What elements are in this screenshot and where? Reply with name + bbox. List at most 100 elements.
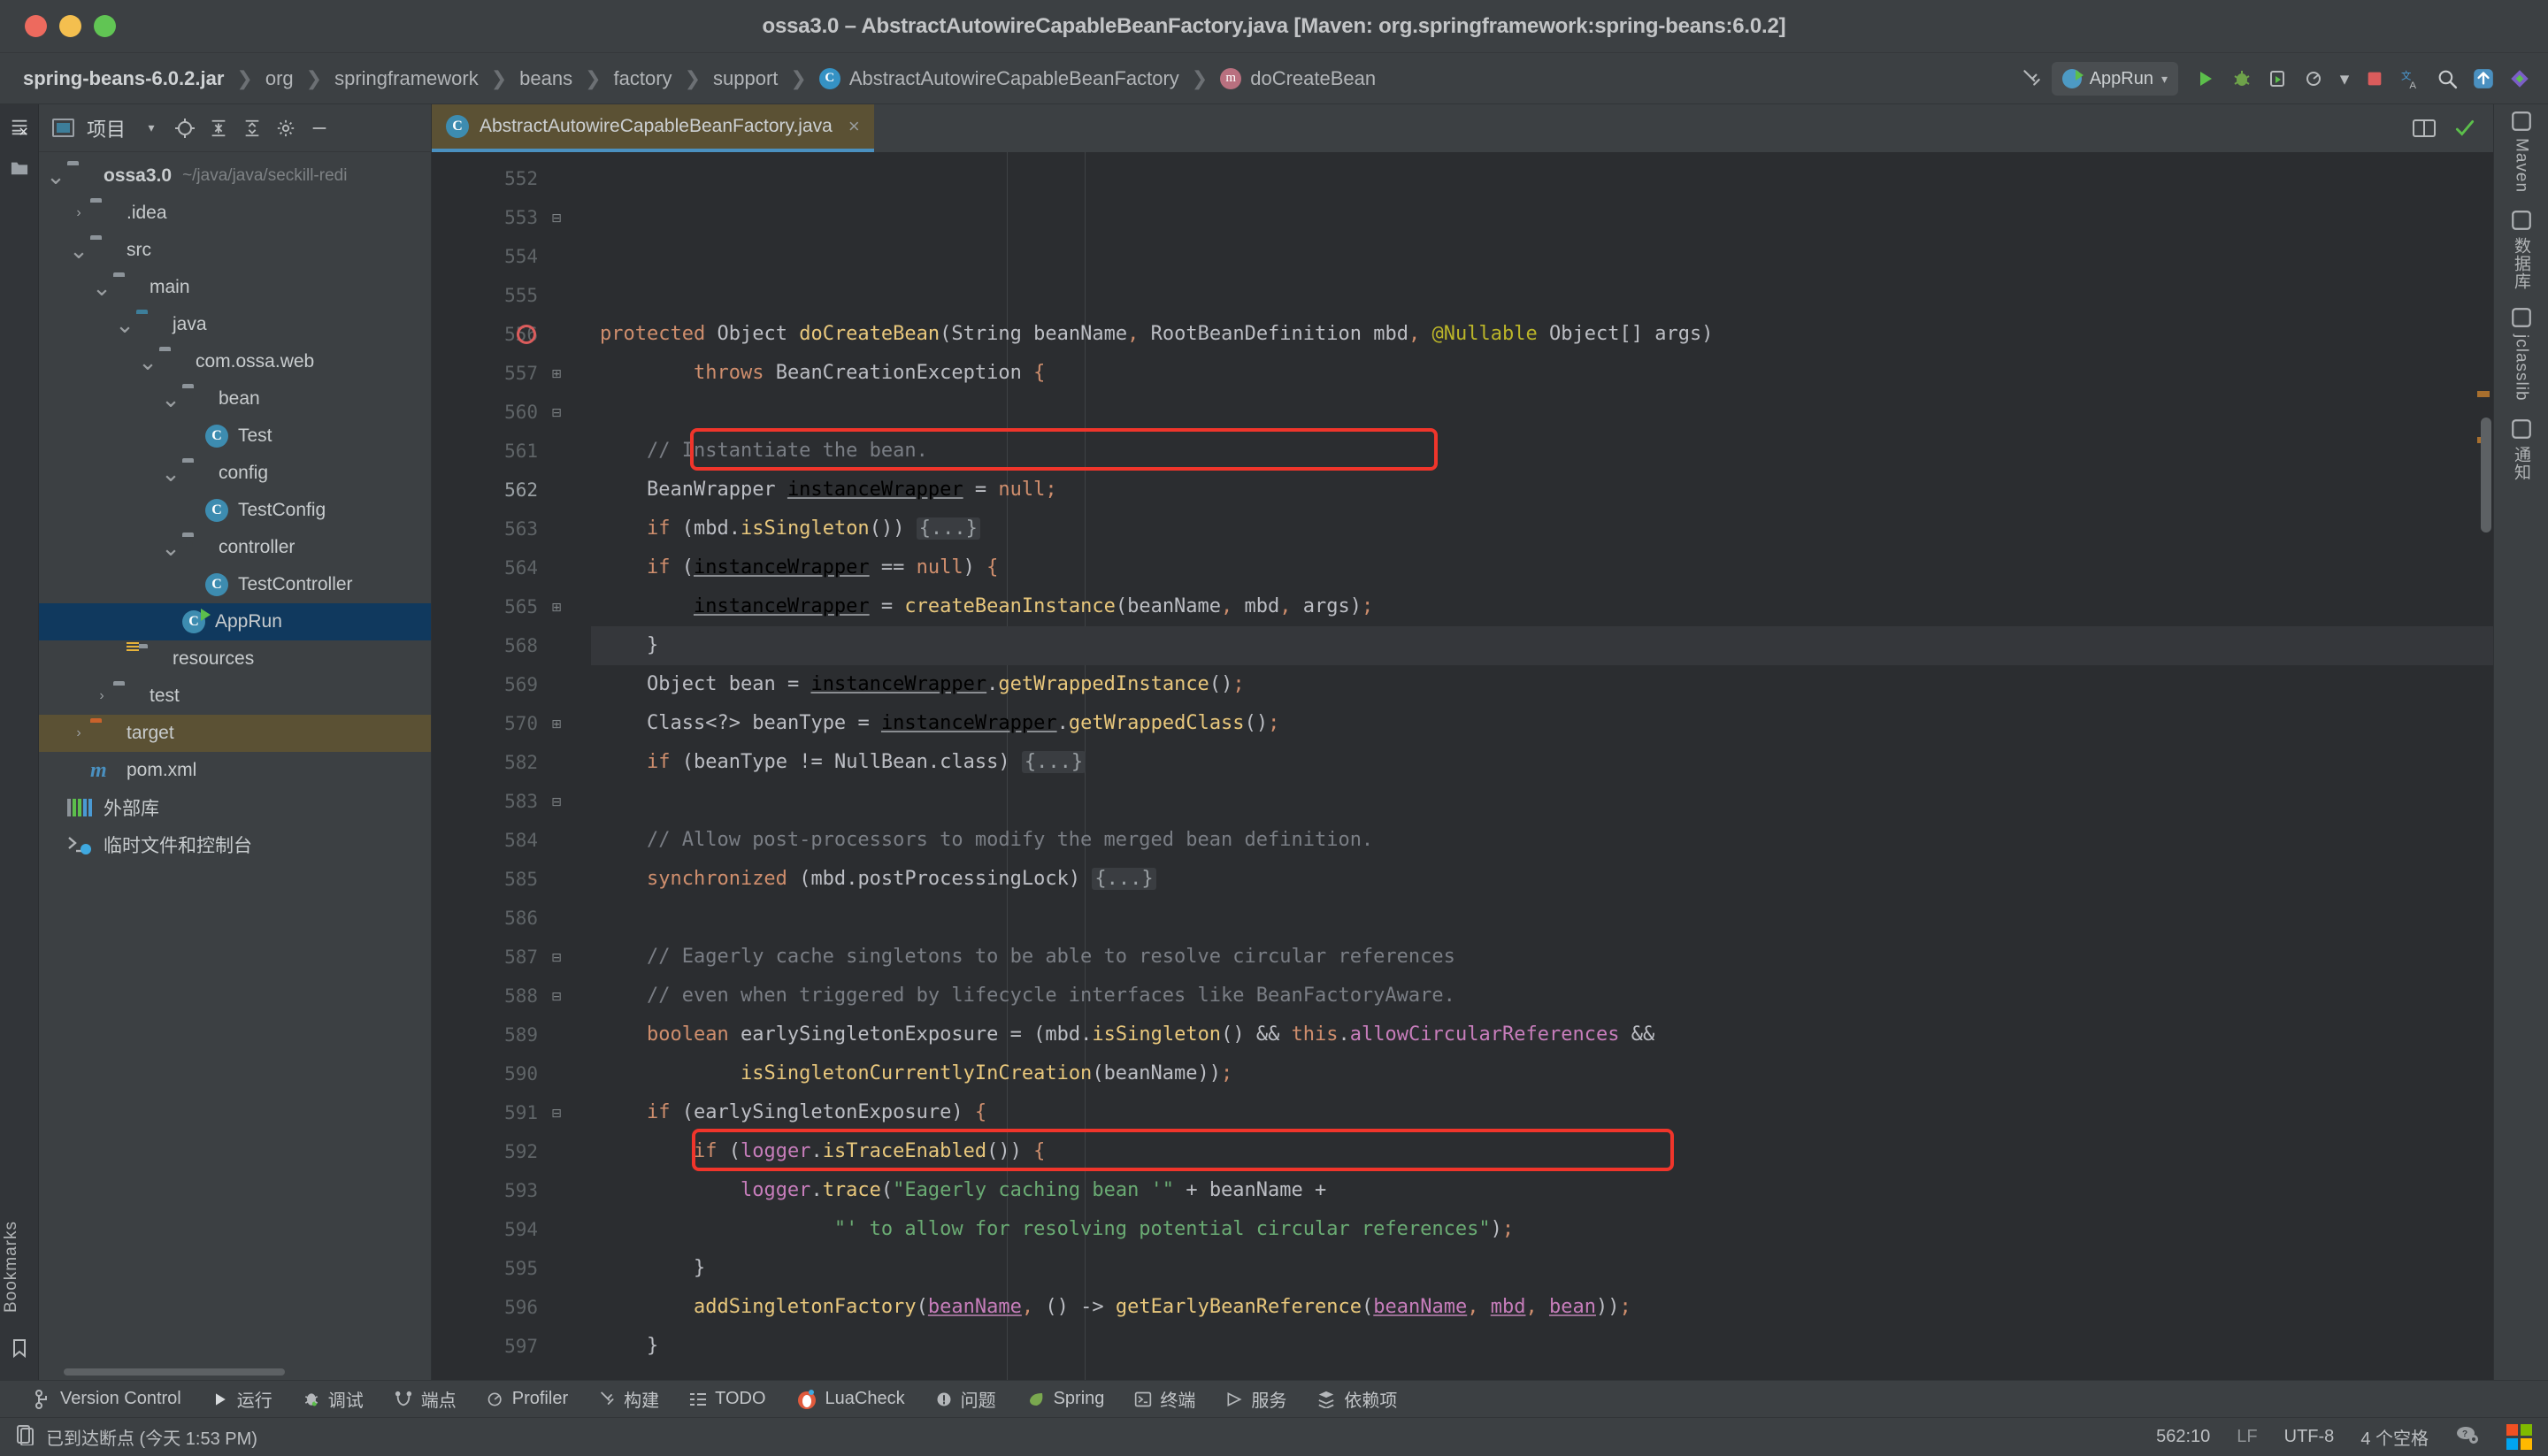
- chevron-down-icon[interactable]: ⌄: [159, 543, 182, 552]
- tree-node[interactable]: mpom.xml: [39, 752, 431, 789]
- indent-setting[interactable]: 4 个空格: [2360, 1424, 2429, 1450]
- code-line[interactable]: logger.trace("Eagerly caching bean '" + …: [591, 1171, 2493, 1210]
- fold-expand-icon[interactable]: ⊞: [549, 599, 564, 615]
- code-line[interactable]: BeanWrapper instanceWrapper = null;: [591, 471, 2493, 510]
- code-line[interactable]: if (mbd.isSingleton()) {...}: [591, 510, 2493, 548]
- code-line[interactable]: [591, 393, 2493, 432]
- code-line[interactable]: }: [591, 1249, 2493, 1288]
- chevron-down-icon[interactable]: ▾: [136, 113, 166, 143]
- expand-all-icon[interactable]: [203, 113, 234, 143]
- chevron-down-icon[interactable]: ▾: [2335, 63, 2354, 95]
- code-line[interactable]: // even when triggered by lifecycle inte…: [591, 977, 2493, 1015]
- breadcrumb-item[interactable]: mdoCreateBean: [1220, 67, 1376, 90]
- chevron-down-icon[interactable]: ⌄: [159, 395, 182, 403]
- editor-gutter[interactable]: 552553⊟554555556557⊞560⊟561562563564565⊞…: [432, 152, 591, 1380]
- bookmark-icon[interactable]: [2, 1330, 37, 1366]
- search-icon[interactable]: [2431, 63, 2463, 95]
- tree-node[interactable]: CTestController: [39, 566, 431, 603]
- windows-icon[interactable]: [2506, 1424, 2532, 1450]
- tree-node[interactable]: ⌄bean: [39, 380, 431, 418]
- run-configuration-selector[interactable]: AppRun ▾: [2052, 62, 2178, 96]
- code-text[interactable]: protected Object doCreateBean(String bea…: [591, 152, 2493, 1380]
- update-project-icon[interactable]: [2467, 63, 2499, 95]
- code-line[interactable]: if (instanceWrapper == null) {: [591, 548, 2493, 587]
- tree-node[interactable]: ›.idea: [39, 195, 431, 232]
- tree-node[interactable]: ⌄src: [39, 232, 431, 269]
- editor-scrollbar[interactable]: [2474, 152, 2493, 1380]
- tool-window-button[interactable]: 调试: [288, 1381, 379, 1418]
- breadcrumb-item[interactable]: springframework: [334, 67, 479, 90]
- right-tool-button[interactable]: Maven: [2510, 110, 2533, 193]
- caret-position[interactable]: 562:10: [2156, 1427, 2210, 1447]
- code-line[interactable]: instanceWrapper = createBeanInstance(bea…: [591, 587, 2493, 626]
- right-tool-button[interactable]: 通知: [2509, 418, 2533, 481]
- stop-icon[interactable]: [2359, 63, 2391, 95]
- tree-node[interactable]: CTestConfig: [39, 492, 431, 529]
- project-horizontal-scrollbar[interactable]: [39, 1364, 432, 1380]
- tree-node[interactable]: ⌄config: [39, 455, 431, 492]
- project-icon[interactable]: [2, 150, 37, 186]
- code-line[interactable]: isSingletonCurrentlyInCreation(beanName)…: [591, 1054, 2493, 1093]
- chevron-down-icon[interactable]: ⌄: [90, 283, 113, 292]
- code-line[interactable]: // Instantiate the bean.: [591, 432, 2493, 471]
- chevron-down-icon[interactable]: ⌄: [159, 469, 182, 478]
- close-icon[interactable]: ×: [848, 115, 860, 138]
- code-line[interactable]: if (earlySingletonExposure) {: [591, 1093, 2493, 1132]
- tool-window-button[interactable]: 端点: [379, 1381, 472, 1418]
- breakpoint-icon[interactable]: [517, 325, 536, 344]
- tool-window-button[interactable]: 构建: [583, 1381, 674, 1418]
- collapse-all-icon[interactable]: [237, 113, 267, 143]
- tool-window-button[interactable]: 服务: [1210, 1381, 1301, 1418]
- event-log-icon[interactable]: [16, 1424, 35, 1451]
- breadcrumb-item[interactable]: factory: [614, 67, 672, 90]
- project-tree[interactable]: ⌄ossa3.0~/java/java/seckill-redi›.idea⌄s…: [39, 152, 431, 1380]
- file-encoding[interactable]: UTF-8: [2284, 1427, 2335, 1447]
- tool-window-button[interactable]: 运行: [196, 1381, 288, 1418]
- breadcrumb[interactable]: spring-beans-6.0.2.jar❯org❯springframewo…: [23, 67, 1376, 90]
- hide-panel-icon[interactable]: [304, 113, 334, 143]
- tree-node[interactable]: resources: [39, 640, 431, 678]
- select-opened-file-icon[interactable]: [170, 113, 200, 143]
- breadcrumb-item[interactable]: org: [265, 67, 294, 90]
- code-line[interactable]: [591, 1366, 2493, 1380]
- translate-icon[interactable]: 文A: [2395, 63, 2427, 95]
- tree-node[interactable]: ›test: [39, 678, 431, 715]
- line-separator[interactable]: LF: [2237, 1427, 2257, 1447]
- tree-node[interactable]: CTest: [39, 418, 431, 455]
- vertical-scrollbar-thumb[interactable]: [2481, 418, 2491, 533]
- editor-tab[interactable]: C AbstractAutowireCapableBeanFactory.jav…: [432, 104, 874, 152]
- chevron-down-icon[interactable]: ⌄: [44, 172, 67, 180]
- scrollbar-thumb[interactable]: [64, 1368, 285, 1376]
- code-line[interactable]: // Eagerly cache singletons to be able t…: [591, 938, 2493, 977]
- chevron-right-icon[interactable]: ›: [67, 205, 90, 221]
- chevron-right-icon[interactable]: ›: [90, 688, 113, 704]
- code-line[interactable]: protected Object doCreateBean(String bea…: [591, 315, 2493, 354]
- tree-node[interactable]: ⌄java: [39, 306, 431, 343]
- fold-collapse-icon[interactable]: ⊟: [549, 210, 564, 226]
- tool-window-button[interactable]: Spring: [1011, 1381, 1120, 1418]
- code-line[interactable]: // Allow post-processors to modify the m…: [591, 821, 2493, 860]
- tree-node[interactable]: ›target: [39, 715, 431, 752]
- chevron-down-icon[interactable]: ⌄: [136, 357, 159, 366]
- tree-node[interactable]: ⌄main: [39, 269, 431, 306]
- build-icon[interactable]: [2015, 63, 2047, 95]
- tree-node[interactable]: ⌄controller: [39, 529, 431, 566]
- tree-node[interactable]: CAppRun: [39, 603, 431, 640]
- inspections-ok-icon[interactable]: [2449, 112, 2481, 144]
- fold-collapse-icon[interactable]: ⊟: [549, 793, 564, 809]
- tool-window-button[interactable]: LuaCheck: [781, 1381, 920, 1418]
- ai-assistant-icon[interactable]: [2504, 63, 2536, 95]
- tree-node[interactable]: ⌄ossa3.0~/java/java/seckill-redi: [39, 157, 431, 195]
- right-tool-button[interactable]: 数据库: [2509, 209, 2533, 290]
- inspections-icon[interactable]: ?: [2455, 1424, 2480, 1451]
- code-line[interactable]: }: [591, 1327, 2493, 1366]
- fold-expand-icon[interactable]: ⊞: [549, 716, 564, 732]
- chevron-down-icon[interactable]: ▾: [2161, 72, 2168, 87]
- tool-window-button[interactable]: 问题: [920, 1381, 1011, 1418]
- code-line[interactable]: throws BeanCreationException {: [591, 354, 2493, 393]
- code-line[interactable]: Class<?> beanType = instanceWrapper.getW…: [591, 704, 2493, 743]
- chevron-down-icon[interactable]: ⌄: [113, 320, 136, 329]
- tool-window-button[interactable]: 终端: [1119, 1381, 1210, 1418]
- code-viewport[interactable]: 552553⊟554555556557⊞560⊟561562563564565⊞…: [432, 152, 2493, 1380]
- profiler-icon[interactable]: [2299, 63, 2330, 95]
